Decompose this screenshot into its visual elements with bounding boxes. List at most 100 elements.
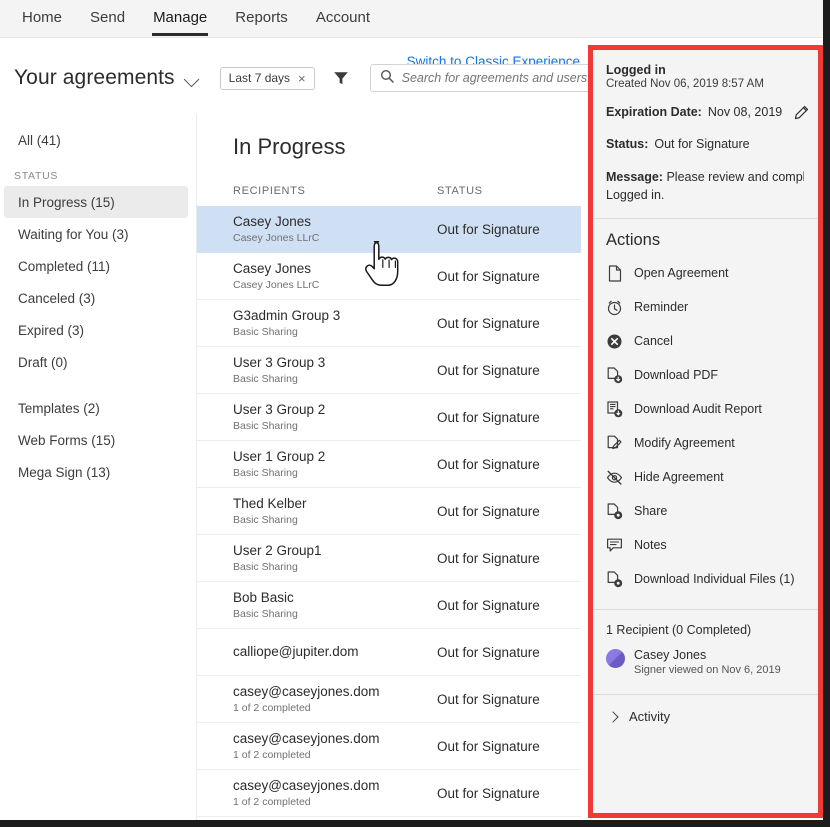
detail-created-date: Created Nov 06, 2019 8:57 AM xyxy=(606,78,804,90)
sidebar-item-completed[interactable]: Completed (11) xyxy=(4,250,188,282)
row-recipient-cell: Casey JonesCasey Jones LLrC xyxy=(233,214,437,245)
search-icon xyxy=(380,69,394,88)
action-item-hide-agreement[interactable]: Hide Agreement xyxy=(593,460,818,494)
column-header-status: STATUS xyxy=(437,185,483,197)
sidebar-item-templates[interactable]: Templates (2) xyxy=(4,392,188,424)
highlight-frame: Logged in Created Nov 06, 2019 8:57 AM E… xyxy=(588,45,823,818)
row-recipient-cell: Bob BasicBasic Sharing xyxy=(233,590,437,621)
table-row[interactable]: Thed KelberBasic SharingOut for Signatur… xyxy=(197,488,581,535)
agreement-detail-panel: Logged in Created Nov 06, 2019 8:57 AM E… xyxy=(593,50,818,813)
table-row[interactable]: User 2 Group1Basic SharingOut for Signat… xyxy=(197,535,581,582)
pencil-edit-icon[interactable] xyxy=(794,105,809,120)
column-header-recipients: RECIPIENTS xyxy=(233,185,437,197)
share-document-icon xyxy=(606,503,623,520)
sidebar-item-in-progress[interactable]: In Progress (15) xyxy=(4,186,188,218)
sidebar-item-mega-sign[interactable]: Mega Sign (13) xyxy=(4,456,188,488)
row-status: Out for Signature xyxy=(437,410,540,425)
document-icon xyxy=(606,265,623,282)
detail-status-label: Status: xyxy=(606,137,648,151)
nav-tab-reports[interactable]: Reports xyxy=(221,1,302,36)
action-item-download-pdf[interactable]: Download PDF xyxy=(593,358,818,392)
actions-heading: Actions xyxy=(593,219,818,256)
actions-list: Open Agreement Reminder Cancel Download PDF… xyxy=(593,256,818,596)
detail-message-value: Please review and complet xyxy=(666,170,804,184)
row-recipient-name: casey@caseyjones.dom xyxy=(233,684,437,700)
row-recipient-subtitle: 1 of 2 completed xyxy=(233,748,437,762)
row-recipient-cell: User 3 Group 2Basic Sharing xyxy=(233,402,437,433)
sidebar-section-status: STATUS xyxy=(0,170,196,182)
download-files-icon xyxy=(606,571,623,588)
action-item-share[interactable]: Share xyxy=(593,494,818,528)
sidebar-item-web-forms[interactable]: Web Forms (15) xyxy=(4,424,188,456)
avatar xyxy=(606,649,625,668)
search-box[interactable] xyxy=(370,64,618,92)
action-label: Modify Agreement xyxy=(634,436,735,450)
action-item-open-agreement[interactable]: Open Agreement xyxy=(593,256,818,290)
table-row[interactable]: casey@caseyjones.dom1 of 2 completedOut … xyxy=(197,723,581,770)
action-label: Cancel xyxy=(634,334,673,348)
table-row[interactable]: calliope@jupiter.domOut for Signature xyxy=(197,629,581,676)
sidebar-item-draft[interactable]: Draft (0) xyxy=(4,346,188,378)
search-input[interactable] xyxy=(402,71,608,85)
action-item-modify-agreement[interactable]: Modify Agreement xyxy=(593,426,818,460)
actions-section: Actions Open Agreement Reminder Cancel Down… xyxy=(593,219,818,596)
row-recipient-subtitle: Basic Sharing xyxy=(233,607,437,621)
row-recipient-subtitle: Basic Sharing xyxy=(233,372,437,386)
nav-tab-account[interactable]: Account xyxy=(302,1,384,36)
action-label: Download PDF xyxy=(634,368,718,382)
row-recipient-name: casey@caseyjones.dom xyxy=(233,778,437,794)
row-recipient-cell: User 2 Group1Basic Sharing xyxy=(233,543,437,574)
chevron-down-icon[interactable] xyxy=(183,72,199,88)
detail-status-row: Status: Out for Signature xyxy=(606,135,804,154)
date-filter-chip[interactable]: Last 7 days × xyxy=(220,67,315,90)
table-row[interactable]: User 3 Group 2Basic SharingOut for Signa… xyxy=(197,394,581,441)
row-recipient-name: User 3 Group 3 xyxy=(233,355,437,371)
row-recipient-subtitle: 1 of 2 completed xyxy=(233,795,437,809)
row-recipient-subtitle: Basic Sharing xyxy=(233,325,437,339)
row-recipient-subtitle: Basic Sharing xyxy=(233,560,437,574)
table-row[interactable]: casey@caseyjones.dom1 of 2 completedOut … xyxy=(197,676,581,723)
sidebar-divider-space xyxy=(0,378,196,392)
action-item-cancel[interactable]: Cancel xyxy=(593,324,818,358)
action-item-download-individual-files-1[interactable]: Download Individual Files (1) xyxy=(593,562,818,596)
detail-expiration-label: Expiration Date: xyxy=(606,105,702,119)
table-row[interactable]: Casey JonesCasey Jones LLrCOut for Signa… xyxy=(197,206,581,253)
action-label: Reminder xyxy=(634,300,688,314)
nav-tab-manage[interactable]: Manage xyxy=(139,1,221,36)
action-item-reminder[interactable]: Reminder xyxy=(593,290,818,324)
row-recipient-subtitle: 1 of 2 completed xyxy=(233,701,437,715)
sidebar-item-expired[interactable]: Expired (3) xyxy=(4,314,188,346)
eye-slash-icon xyxy=(606,469,623,486)
cancel-circle-icon xyxy=(606,333,623,350)
row-recipient-cell: casey@caseyjones.dom1 of 2 completed xyxy=(233,684,437,715)
recipient-item[interactable]: Casey Jones Signer viewed on Nov 6, 2019 xyxy=(593,647,818,694)
sidebar-item-waiting-for-you[interactable]: Waiting for You (3) xyxy=(4,218,188,250)
table-row[interactable]: User 1 Group 2Basic SharingOut for Signa… xyxy=(197,441,581,488)
action-label: Share xyxy=(634,504,667,518)
table-row[interactable]: Bob BasicBasic SharingOut for Signature xyxy=(197,582,581,629)
detail-agreement-name: Logged in xyxy=(606,63,804,77)
activity-section-toggle[interactable]: Activity xyxy=(593,695,818,724)
table-row[interactable]: G3admin Group 3Basic SharingOut for Sign… xyxy=(197,300,581,347)
row-recipient-name: calliope@jupiter.dom xyxy=(233,644,437,660)
action-item-notes[interactable]: Notes xyxy=(593,528,818,562)
edit-document-icon xyxy=(606,435,623,452)
table-row[interactable]: User 3 Group 3Basic SharingOut for Signa… xyxy=(197,347,581,394)
table-row[interactable]: Casey JonesCasey Jones LLrCOut for Signa… xyxy=(197,253,581,300)
action-item-download-audit-report[interactable]: Download Audit Report xyxy=(593,392,818,426)
row-status: Out for Signature xyxy=(437,645,540,660)
close-icon[interactable]: × xyxy=(298,72,306,85)
sidebar-item-all[interactable]: All (41) xyxy=(4,124,188,156)
nav-tab-send[interactable]: Send xyxy=(76,1,139,36)
sidebar-item-canceled[interactable]: Canceled (3) xyxy=(4,282,188,314)
nav-tab-home[interactable]: Home xyxy=(8,1,76,36)
row-recipient-subtitle: Casey Jones LLrC xyxy=(233,278,437,292)
date-filter-label: Last 7 days xyxy=(229,71,290,85)
table-row[interactable]: casey@caseyjones.dom1 of 2 completedOut … xyxy=(197,770,581,817)
filter-funnel-icon[interactable] xyxy=(332,69,350,87)
row-status: Out for Signature xyxy=(437,363,540,378)
row-status: Out for Signature xyxy=(437,739,540,754)
row-recipient-name: Thed Kelber xyxy=(233,496,437,512)
row-status: Out for Signature xyxy=(437,457,540,472)
row-status: Out for Signature xyxy=(437,222,540,237)
